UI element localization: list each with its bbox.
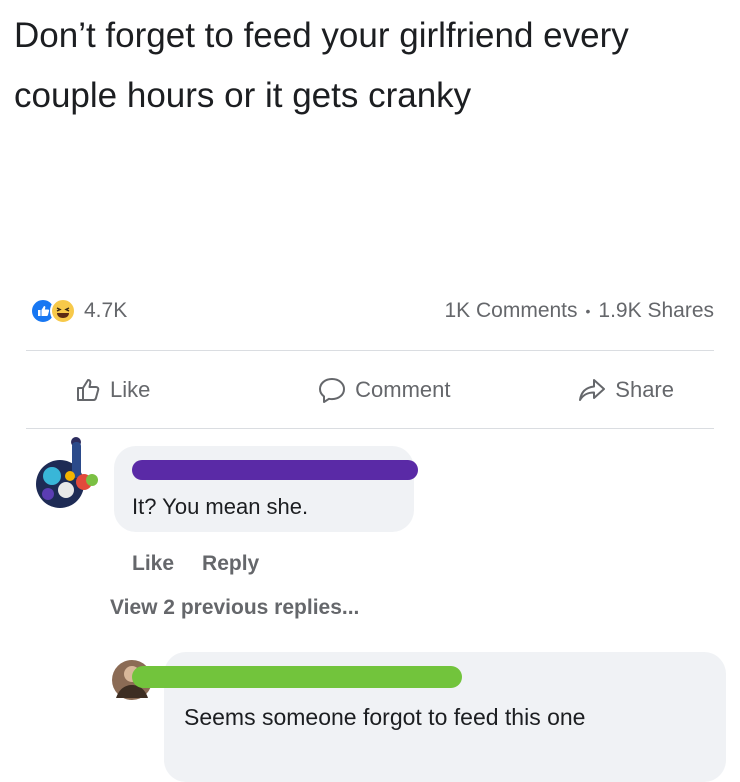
post-action-bar: Like Comment Share	[26, 362, 714, 418]
view-previous-replies-link[interactable]: View 2 previous replies...	[110, 596, 359, 620]
post-text: Don’t forget to feed your girlfriend eve…	[14, 16, 629, 115]
comments-count-link[interactable]: 1K Comments	[444, 299, 577, 323]
censored-reply-author-name	[132, 666, 462, 688]
thumbs-up-icon	[74, 376, 102, 404]
divider-bottom	[26, 428, 714, 429]
reply-text: Seems someone forgot to feed this one	[184, 704, 586, 730]
comment-bubble: It? You mean she.	[114, 446, 418, 532]
stats-separator: •	[585, 303, 591, 319]
comment-actions: Like Reply	[132, 552, 259, 576]
comment-reply-link[interactable]: Reply	[202, 552, 259, 576]
reply-bubble: Seems someone forgot to feed this one	[132, 652, 726, 782]
speech-bubble-icon	[317, 376, 347, 404]
divider-top	[26, 350, 714, 351]
stats-right: 1K Comments • 1.9K Shares	[444, 299, 714, 323]
reaction-count: 4.7K	[84, 299, 128, 322]
like-button[interactable]: Like	[74, 376, 150, 404]
post-stats: 4.7K 1K Comments • 1.9K Shares	[30, 296, 714, 326]
comment-button[interactable]: Comment	[317, 376, 451, 404]
share-arrow-icon	[577, 377, 607, 403]
haha-reaction-icon	[50, 298, 76, 324]
avatar[interactable]	[30, 436, 104, 510]
like-label: Like	[110, 377, 151, 402]
share-label: Share	[615, 377, 674, 402]
shares-count-link[interactable]: 1.9K Shares	[598, 299, 714, 323]
comment-label: Comment	[355, 377, 451, 402]
censored-author-name	[132, 460, 418, 480]
comment-text: It? You mean she.	[132, 494, 309, 519]
comment-like-link[interactable]: Like	[132, 552, 174, 576]
share-button[interactable]: Share	[577, 377, 674, 403]
reaction-icons	[30, 298, 76, 324]
reactions-summary[interactable]: 4.7K	[30, 298, 127, 324]
